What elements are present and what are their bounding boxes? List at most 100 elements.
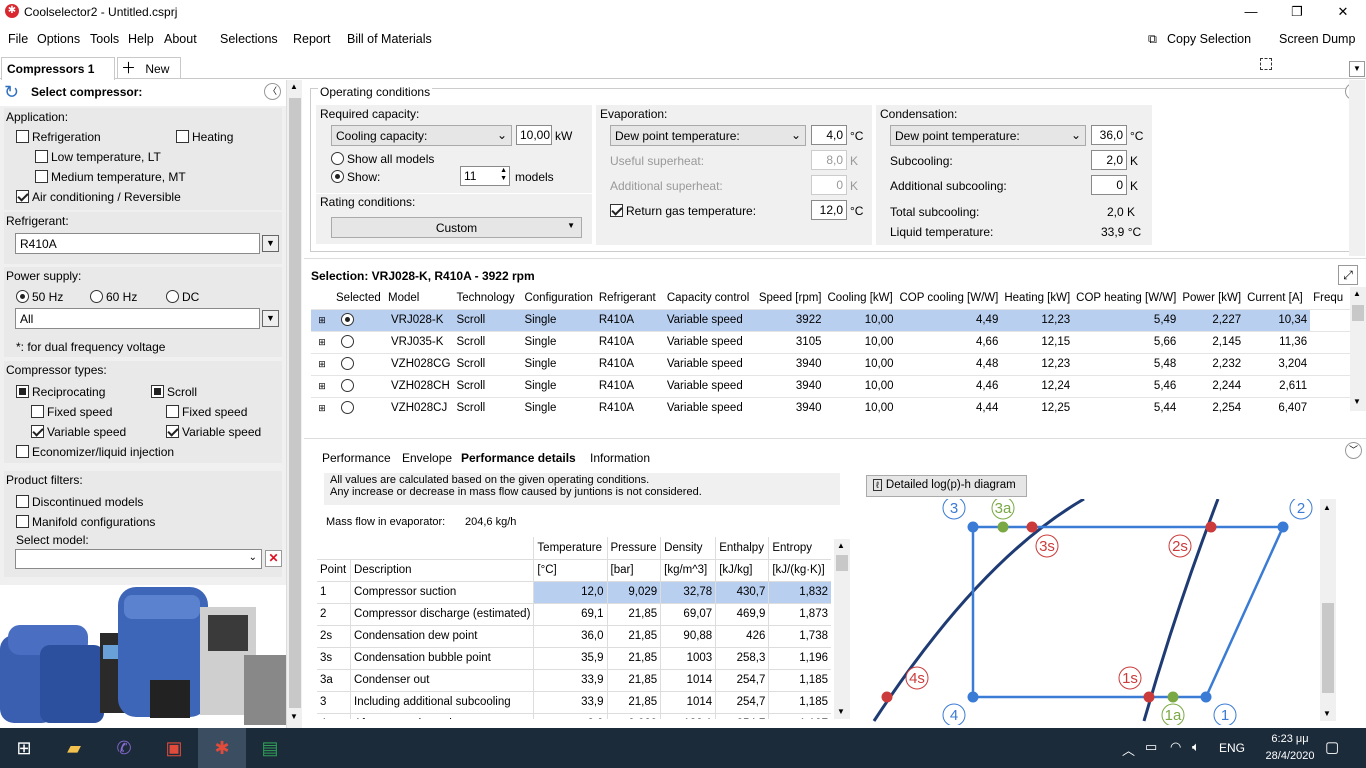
maximize-button[interactable]: ❐ [1274, 2, 1320, 22]
minimize-button[interactable]: — [1228, 2, 1274, 22]
spinner-icon[interactable]: ▲ ▼ [500, 167, 507, 183]
menu-tools[interactable]: Tools [90, 32, 119, 46]
selected-radio[interactable] [333, 309, 385, 331]
menu-file[interactable]: File [8, 32, 28, 46]
coolselector-taskbar-icon[interactable]: ✱ [198, 728, 246, 768]
cond-temp-input[interactable]: 36,0 [1091, 125, 1127, 145]
selected-radio[interactable] [333, 331, 385, 353]
expand-row-icon[interactable]: ⊞ [311, 353, 333, 375]
fixed-speed-recip-checkbox[interactable]: Fixed speed [31, 405, 112, 419]
dc-radio[interactable]: DC [166, 290, 199, 304]
detailed-diagram-button[interactable]: ℓ Detailed log(p)-h diagram [866, 475, 1027, 497]
show-all-models-radio[interactable]: Show all models [331, 152, 434, 166]
file-explorer-icon[interactable]: ▰ [50, 728, 98, 768]
clear-model-icon[interactable]: ✕ [265, 550, 282, 567]
return-gas-input[interactable]: 12,0 [811, 200, 847, 220]
column-header[interactable]: Model [385, 287, 453, 309]
capacity-type-combo[interactable]: Cooling capacity: ⌄ [331, 125, 512, 146]
fixed-speed-scroll-checkbox[interactable]: Fixed speed [166, 405, 247, 419]
menu-selections[interactable]: Selections [220, 32, 278, 46]
selected-radio[interactable] [333, 353, 385, 375]
collapse-details-icon[interactable]: ﹀ [1345, 442, 1362, 459]
details-row[interactable]: 2s Condensation dew point 36,0 21,85 90,88 42… [317, 624, 831, 647]
selected-radio[interactable] [333, 375, 385, 397]
menu-about[interactable]: About [164, 32, 197, 46]
selection-row[interactable]: ⊞ VZH028CH Scroll Single R410A Variable speed… [311, 375, 1351, 397]
variable-speed-scroll-checkbox[interactable]: Variable speed [166, 425, 261, 439]
copy-selection-button[interactable]: Copy Selection [1167, 32, 1251, 46]
heating-checkbox[interactable]: Heating [176, 130, 233, 144]
economizer-checkbox[interactable]: Economizer/liquid injection [16, 445, 174, 459]
60hz-radio[interactable]: 60 Hz [90, 290, 137, 304]
diagram-scroll-up-icon[interactable]: ▲ [1323, 503, 1331, 512]
close-button[interactable]: ✕ [1320, 2, 1366, 22]
windows-start-icon[interactable]: ⊞ [0, 728, 48, 768]
clock-date[interactable]: 28/4/2020 [1262, 750, 1318, 762]
volume-icon[interactable]: 🔈︎ [1192, 739, 1200, 755]
useful-superheat-input[interactable]: 8,0 [811, 150, 847, 170]
menu-report[interactable]: Report [293, 32, 331, 46]
menu-help[interactable]: Help [128, 32, 154, 46]
left-scrollbar[interactable]: ▲ ▼ [286, 80, 302, 728]
acrobat-icon[interactable]: ▣ [150, 728, 198, 768]
selection-scrollbar[interactable]: ▲ ▼ [1350, 287, 1366, 411]
op-scrollbar[interactable] [1349, 80, 1365, 256]
diagram-scroll-down-icon[interactable]: ▼ [1323, 709, 1331, 718]
rating-conditions-combo[interactable]: Custom ▼ [331, 217, 582, 238]
left-scroll-up-icon[interactable]: ▲ [290, 82, 298, 91]
column-header[interactable]: Cooling [kW] [825, 287, 897, 309]
excel-icon[interactable]: ▤ [246, 728, 294, 768]
details-scroll-up-icon[interactable]: ▲ [837, 541, 845, 550]
sel-scroll-up-icon[interactable]: ▲ [1353, 289, 1361, 298]
return-gas-checkbox[interactable]: Return gas temperature: [610, 204, 756, 218]
sel-scroll-down-icon[interactable]: ▼ [1353, 397, 1361, 406]
refrigerant-dropdown-icon[interactable]: ▼ [262, 235, 279, 252]
battery-icon[interactable]: ▭ [1145, 739, 1157, 755]
reciprocating-checkbox[interactable]: Reciprocating [16, 385, 105, 399]
tab-dropdown-button[interactable]: ▼ [1349, 61, 1365, 77]
additional-superheat-input[interactable]: 0 [811, 175, 847, 195]
selected-radio[interactable] [333, 397, 385, 419]
show-count-input[interactable]: 11 ▲ ▼ [460, 166, 510, 186]
collapse-left-icon[interactable]: 〈 [264, 83, 281, 100]
refrigeration-checkbox[interactable]: Refrigeration [16, 130, 101, 144]
diagram-scrollbar[interactable]: ▲ ▼ [1320, 499, 1336, 721]
evap-temp-input[interactable]: 4,0 [811, 125, 847, 145]
column-header[interactable]: COP cooling [W/W] [897, 287, 1002, 309]
diagram-scroll-thumb[interactable] [1322, 603, 1334, 693]
column-header[interactable]: Selected [333, 287, 385, 309]
expand-row-icon[interactable]: ⊞ [311, 309, 333, 331]
details-row[interactable]: 4After expansion valve3,99,029138,1254,7… [317, 712, 831, 719]
details-scroll-down-icon[interactable]: ▼ [837, 707, 845, 716]
tab-performance[interactable]: Performance [322, 451, 391, 465]
air-conditioning-checkbox[interactable]: Air conditioning / Reversible [16, 190, 181, 204]
expand-icon[interactable]: ⤢ [1338, 265, 1358, 285]
additional-subcooling-input[interactable]: 0 [1091, 175, 1127, 195]
selection-row[interactable]: ⊞ VRJ035-K Scroll Single R410A Variable speed… [311, 331, 1351, 353]
cond-type-combo[interactable]: Dew point temperature: ⌄ [890, 125, 1086, 146]
selection-row[interactable]: ⊞ VZH028CJ Scroll Single R410A Variable speed… [311, 397, 1351, 419]
discontinued-checkbox[interactable]: Discontinued models [16, 495, 143, 509]
column-header[interactable]: Refrigerant [596, 287, 664, 309]
clock-time[interactable]: 6:23 μμ [1262, 733, 1318, 745]
menu-options[interactable]: Options [37, 32, 80, 46]
details-row[interactable]: 1 Compressor suction 12,0 9,029 32,78 430,7 1,… [317, 580, 831, 603]
tab-compressors-1[interactable]: Compressors 1 [1, 57, 115, 80]
screen-dump-button[interactable]: Screen Dump [1279, 32, 1355, 46]
left-scroll-down-icon[interactable]: ▼ [290, 712, 298, 721]
required-capacity-input[interactable]: 10,00 [516, 125, 552, 145]
column-header[interactable]: Current [A] [1244, 287, 1310, 309]
details-row[interactable]: 2 Compressor discharge (estimated) 69,1 21,… [317, 602, 831, 625]
details-scroll-thumb[interactable] [836, 555, 848, 571]
column-header[interactable]: COP heating [W/W] [1073, 287, 1179, 309]
details-row[interactable]: 3s Condensation bubble point 35,9 21,85 1003… [317, 646, 831, 669]
column-header[interactable]: Heating [kW] [1001, 287, 1073, 309]
scroll-checkbox[interactable]: Scroll [151, 385, 197, 399]
power-supply-dropdown-icon[interactable]: ▼ [262, 310, 279, 327]
tab-new[interactable]: ＋ New [117, 57, 181, 79]
tray-chevron-icon[interactable]: ︿ [1122, 740, 1135, 759]
tab-information[interactable]: Information [590, 451, 650, 465]
viber-icon[interactable]: ✆ [100, 728, 148, 768]
notifications-icon[interactable]: ▢ [1325, 738, 1339, 756]
expand-row-icon[interactable]: ⊞ [311, 375, 333, 397]
